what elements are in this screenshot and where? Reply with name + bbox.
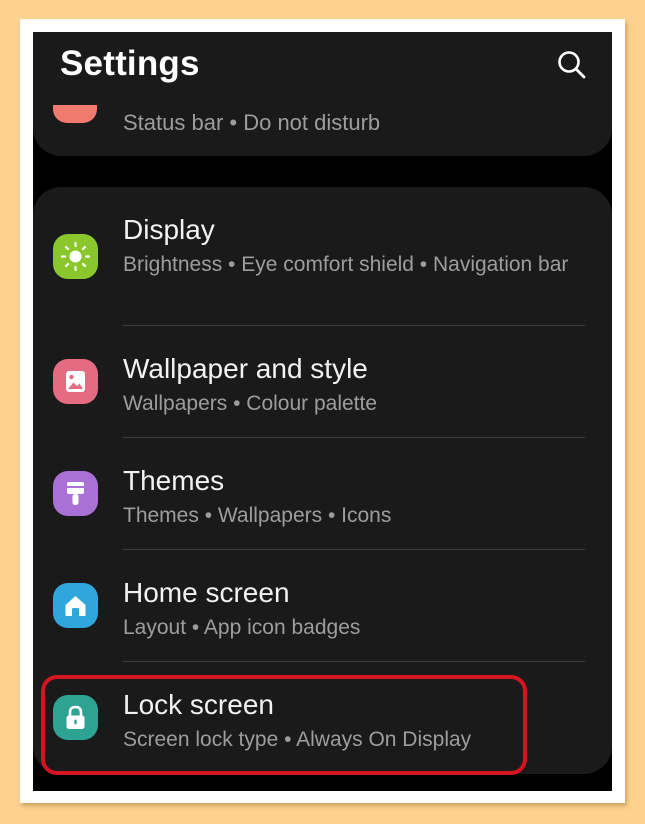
display-subtitle: Brightness • Eye comfort shield • Naviga… (123, 253, 569, 276)
brush-icon (53, 471, 98, 516)
settings-item-themes[interactable]: Themes Themes • Wallpapers • Icons (33, 438, 612, 549)
themes-subtitle: Themes • Wallpapers • Icons (123, 504, 392, 527)
settings-item-home-screen[interactable]: Home screen Layout • App icon badges (33, 550, 612, 661)
page-title: Settings (60, 44, 200, 83)
search-button[interactable] (555, 48, 589, 82)
settings-item-display[interactable]: Display Brightness • Eye comfort shield … (33, 187, 612, 325)
themes-title: Themes (123, 465, 225, 496)
sun-icon (53, 234, 98, 279)
notifications-icon (53, 105, 97, 123)
settings-item-wallpaper[interactable]: Wallpaper and style Wallpapers • Colour … (33, 326, 612, 437)
home-screen-subtitle: Layout • App icon badges (123, 616, 361, 639)
settings-screen: Status bar • Do not disturb Settings Dis… (33, 32, 612, 791)
wallpaper-title: Wallpaper and style (123, 353, 368, 384)
display-title: Display (123, 214, 215, 245)
wallpaper-subtitle: Wallpapers • Colour palette (123, 392, 378, 415)
image-icon (53, 359, 98, 404)
home-icon (53, 583, 98, 628)
search-icon (558, 51, 586, 79)
home-screen-title: Home screen (123, 577, 290, 608)
lock-screen-highlight (41, 675, 527, 775)
notifications-subtitle[interactable]: Status bar • Do not disturb (123, 110, 380, 136)
